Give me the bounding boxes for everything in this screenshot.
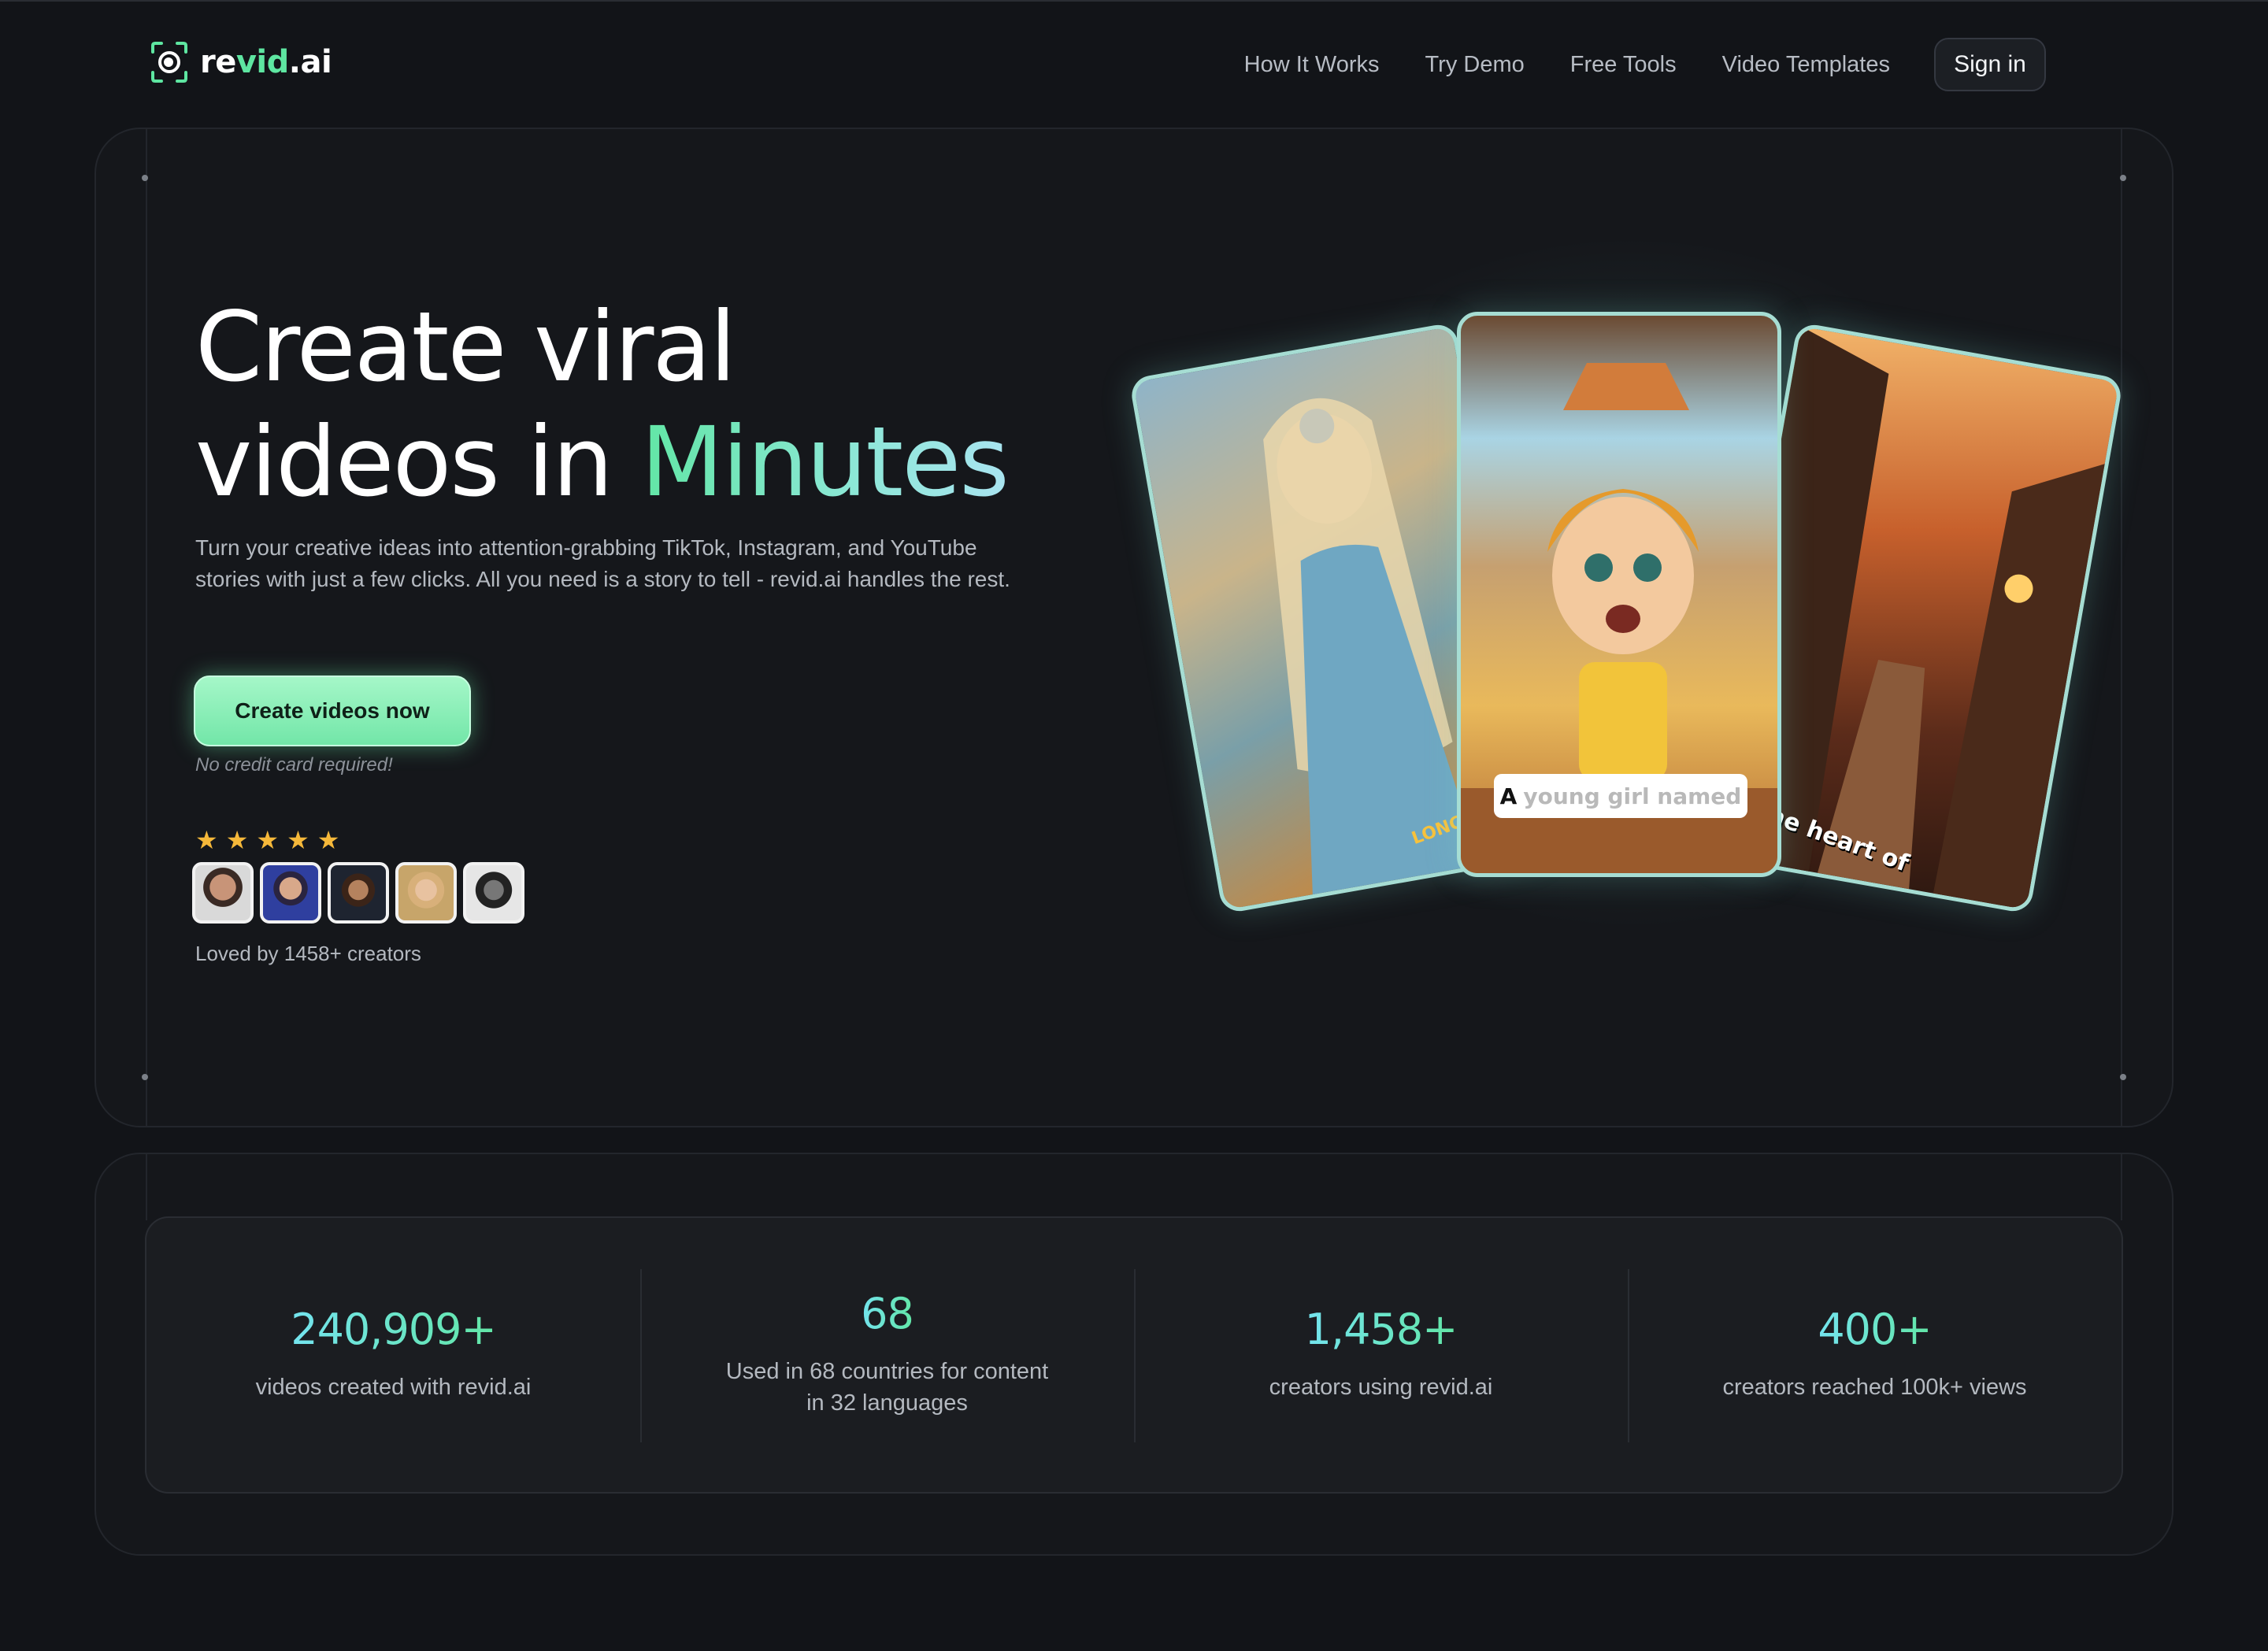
frame-line-right bbox=[2121, 129, 2122, 1126]
logo[interactable]: revid.ai bbox=[150, 41, 332, 83]
star-icon: ★ bbox=[256, 826, 280, 854]
nav-link-video-templates[interactable]: Video Templates bbox=[1722, 52, 1890, 78]
star-icon: ★ bbox=[225, 826, 249, 854]
stat-100k-views: 400+ creators reached 100k+ views bbox=[1628, 1218, 2122, 1492]
logo-text: revid.ai bbox=[200, 44, 332, 80]
avatar bbox=[192, 862, 254, 924]
stat-label: videos created with revid.ai bbox=[255, 1375, 532, 1400]
stats-panel: 240,909+ videos created with revid.ai 68… bbox=[145, 1216, 2123, 1494]
headline-accent: Minutes bbox=[640, 406, 1010, 518]
headline-line-1: Create viral bbox=[195, 291, 736, 403]
stat-value: 68 bbox=[861, 1289, 914, 1338]
logo-icon bbox=[150, 41, 189, 83]
hero-headline: Create viral videos in Minutes bbox=[195, 290, 1010, 520]
frame-line-right bbox=[2121, 1154, 2122, 1220]
corner-dot bbox=[2120, 175, 2126, 181]
frame-line-left bbox=[146, 1154, 147, 1220]
nav-link-try-demo[interactable]: Try Demo bbox=[1425, 52, 1525, 78]
video-card-center[interactable]: Ayoung girl named bbox=[1457, 312, 1781, 877]
stat-creators: 1,458+ creators using revid.ai bbox=[1134, 1218, 1628, 1492]
creator-avatars bbox=[192, 862, 524, 924]
nav-link-how-it-works[interactable]: How It Works bbox=[1244, 52, 1380, 78]
loved-by-text: Loved by 1458+ creators bbox=[195, 942, 421, 965]
stat-label: creators using revid.ai bbox=[1269, 1375, 1493, 1400]
avatar bbox=[328, 862, 389, 924]
stat-value: 240,909+ bbox=[291, 1305, 497, 1354]
card-caption-center: Ayoung girl named bbox=[1494, 774, 1747, 818]
star-icon: ★ bbox=[287, 826, 309, 854]
frame-line-left bbox=[146, 129, 147, 1126]
hero-subtitle: Turn your creative ideas into attention-… bbox=[195, 535, 1010, 591]
avatar bbox=[260, 862, 321, 924]
stat-countries: 68 Used in 68 countries for content in 3… bbox=[640, 1218, 1134, 1492]
stat-value: 1,458+ bbox=[1304, 1305, 1458, 1354]
star-icon: ★ bbox=[195, 826, 218, 854]
rating-stars: ★ ★ ★ ★ ★ bbox=[195, 827, 339, 853]
stat-label: creators reached 100k+ views bbox=[1722, 1375, 2027, 1400]
avatar bbox=[463, 862, 524, 924]
headline-line-2: videos in Minutes bbox=[195, 406, 1010, 518]
avatar bbox=[395, 862, 457, 924]
stat-value: 400+ bbox=[1818, 1305, 1932, 1354]
nav-links: How It Works Try Demo Free Tools Video T… bbox=[1244, 38, 2046, 91]
create-videos-button[interactable]: Create videos now bbox=[194, 676, 471, 746]
corner-dot bbox=[2120, 1074, 2126, 1080]
stat-videos-created: 240,909+ videos created with revid.ai bbox=[146, 1218, 640, 1492]
stat-label: Used in 68 countries for content in 32 l… bbox=[725, 1359, 1049, 1416]
corner-dot bbox=[142, 1074, 148, 1080]
cta-note: No credit card required! bbox=[195, 754, 393, 776]
nav-link-free-tools[interactable]: Free Tools bbox=[1570, 52, 1677, 78]
top-nav: revid.ai How It Works Try Demo Free Tool… bbox=[0, 0, 2268, 126]
star-icon: ★ bbox=[317, 826, 340, 854]
sign-in-button[interactable]: Sign in bbox=[1934, 38, 2046, 91]
corner-dot bbox=[142, 175, 148, 181]
